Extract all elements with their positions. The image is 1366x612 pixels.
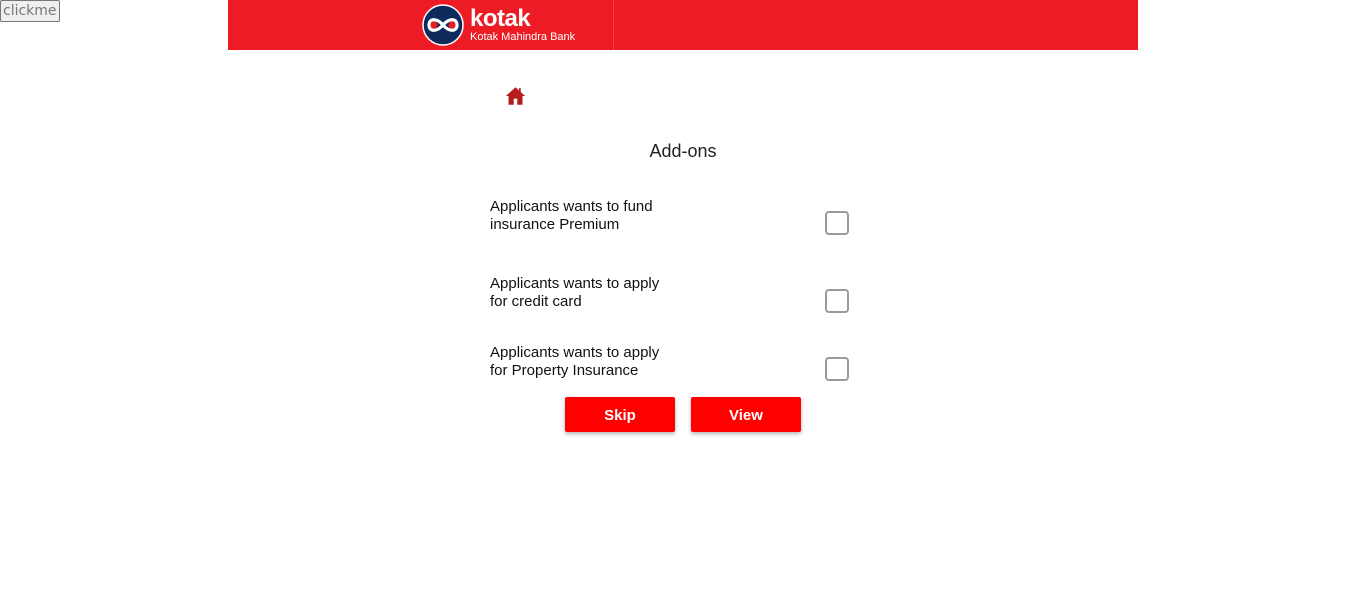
brand-name: kotak [470,4,531,32]
page-title: Add-ons [649,141,717,161]
fund-insurance-premium-checkbox[interactable] [825,211,849,235]
option-label: Applicants wants to apply for Property I… [490,344,660,379]
home-icon[interactable] [505,86,526,106]
header-divider [613,0,614,50]
kotak-logo-icon [422,4,464,46]
option-label: Applicants wants to fund insurance Premi… [490,198,653,233]
view-button[interactable]: View [691,397,801,432]
skip-button[interactable]: Skip [565,397,675,432]
kotak-logo[interactable]: kotak Kotak Mahindra Bank [420,4,575,46]
brand-subtitle: Kotak Mahindra Bank [470,30,576,43]
top-header: kotak Kotak Mahindra Bank [228,0,1138,50]
option-label: Applicants wants to apply for credit car… [490,275,660,310]
logo-text: kotak Kotak Mahindra Bank [470,4,576,44]
credit-card-checkbox[interactable] [825,289,849,313]
clickme-button[interactable]: clickme [0,0,60,22]
property-insurance-checkbox[interactable] [825,357,849,381]
